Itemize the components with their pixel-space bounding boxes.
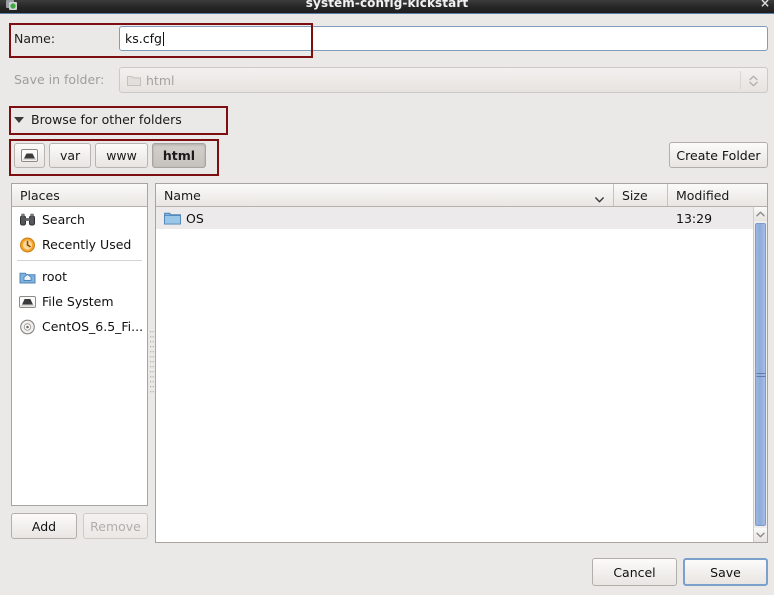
add-place-button[interactable]: Add [11,513,77,539]
remove-place-label: Remove [90,518,141,534]
table-row[interactable]: OS 13:29 [156,207,753,229]
splitter-grip-icon [150,331,154,393]
column-header-name[interactable]: Name [156,184,613,206]
filename-value: ks.cfg [125,31,162,46]
chevron-updown-icon [747,73,760,89]
breadcrumb-item-root[interactable] [14,143,45,168]
sidebar-item-recently-used-label: Recently Used [42,237,132,252]
cancel-label: Cancel [613,564,656,580]
breadcrumb-item-www[interactable]: www [95,143,148,168]
places-header-label: Places [20,187,60,203]
remove-place-button: Remove [83,513,148,539]
name-label: Name: [14,31,56,46]
chevron-down-icon [14,116,24,123]
cancel-button[interactable]: Cancel [592,558,677,586]
sidebar-item-recently-used[interactable]: Recently Used [12,232,147,257]
save-button[interactable]: Save [683,558,768,586]
folder-icon [164,211,181,225]
places-header: Places [12,184,147,207]
breadcrumb-item-var[interactable]: var [49,143,92,168]
breadcrumb-item-www-label: www [106,148,137,163]
window-title: system-config-kickstart [305,0,469,10]
browse-other-folders-expander[interactable]: Browse for other folders [14,110,182,129]
column-header-modified[interactable]: Modified [667,184,767,206]
sidebar-item-root[interactable]: root [12,264,147,289]
filename-value-wrap: ks.cfg [125,31,164,46]
combo-separator [740,71,741,89]
file-name-value: OS [186,210,204,226]
vertical-scrollbar[interactable] [753,207,767,542]
close-icon[interactable]: × [760,0,770,10]
file-modified-cell: 13:29 [676,210,713,226]
filename-input[interactable]: ks.cfg [119,26,768,51]
text-caret [162,32,164,46]
breadcrumb: var www html [14,143,207,168]
titlebar: system-config-kickstart × [0,0,774,14]
save-in-folder-combo[interactable]: html [119,67,768,93]
home-folder-icon [19,269,36,285]
file-name-cell: OS [156,211,613,226]
breadcrumb-item-html-label: html [162,148,196,163]
save-file-dialog: system-config-kickstart × Name: ks.cfg S… [0,0,774,595]
sidebar-item-file-system[interactable]: File System [12,289,147,314]
file-list-body: OS 13:29 [156,207,753,542]
places-divider [17,260,142,261]
chevron-down-icon [595,191,604,203]
scroll-up-button[interactable] [754,207,767,221]
binoculars-icon [19,212,36,228]
file-list-header: Name Size Modified [156,184,767,207]
sidebar-item-centos-media-label: CentOS_6.5_Fi... [42,319,144,334]
column-header-modified-label: Modified [676,187,730,203]
column-header-name-label: Name [164,187,201,203]
create-folder-button[interactable]: Create Folder [669,142,768,168]
drive-icon [21,149,38,162]
save-in-folder-label: Save in folder: [14,72,105,87]
sidebar-item-centos-media[interactable]: CentOS_6.5_Fi... [12,314,147,339]
sidebar-item-root-label: root [42,269,68,284]
scroll-down-button[interactable] [754,528,767,542]
sidebar-item-search-label: Search [42,212,85,227]
scrollbar-grip-icon [756,371,765,379]
disc-icon [19,319,36,335]
recent-clock-icon [19,237,36,253]
sidebar-item-search[interactable]: Search [12,207,147,232]
add-place-label: Add [31,518,57,534]
breadcrumb-item-html[interactable]: html [151,143,207,168]
chevron-down-icon [756,532,765,538]
places-panel: Places Search Recently Used root File Sy… [11,183,148,506]
sidebar-item-file-system-label: File System [42,294,114,309]
chevron-up-icon [756,211,765,217]
browse-other-folders-label: Browse for other folders [31,112,182,127]
create-folder-label: Create Folder [676,147,761,163]
scrollbar-thumb[interactable] [755,223,766,526]
column-header-size[interactable]: Size [613,184,667,206]
drive-icon [19,294,36,310]
breadcrumb-item-var-label: var [60,148,81,163]
column-header-size-label: Size [622,187,648,203]
save-label: Save [710,564,741,580]
save-in-folder-value: html [146,73,175,88]
folder-icon [127,74,141,86]
file-list-panel: Name Size Modified OS 13:29 [155,183,768,543]
